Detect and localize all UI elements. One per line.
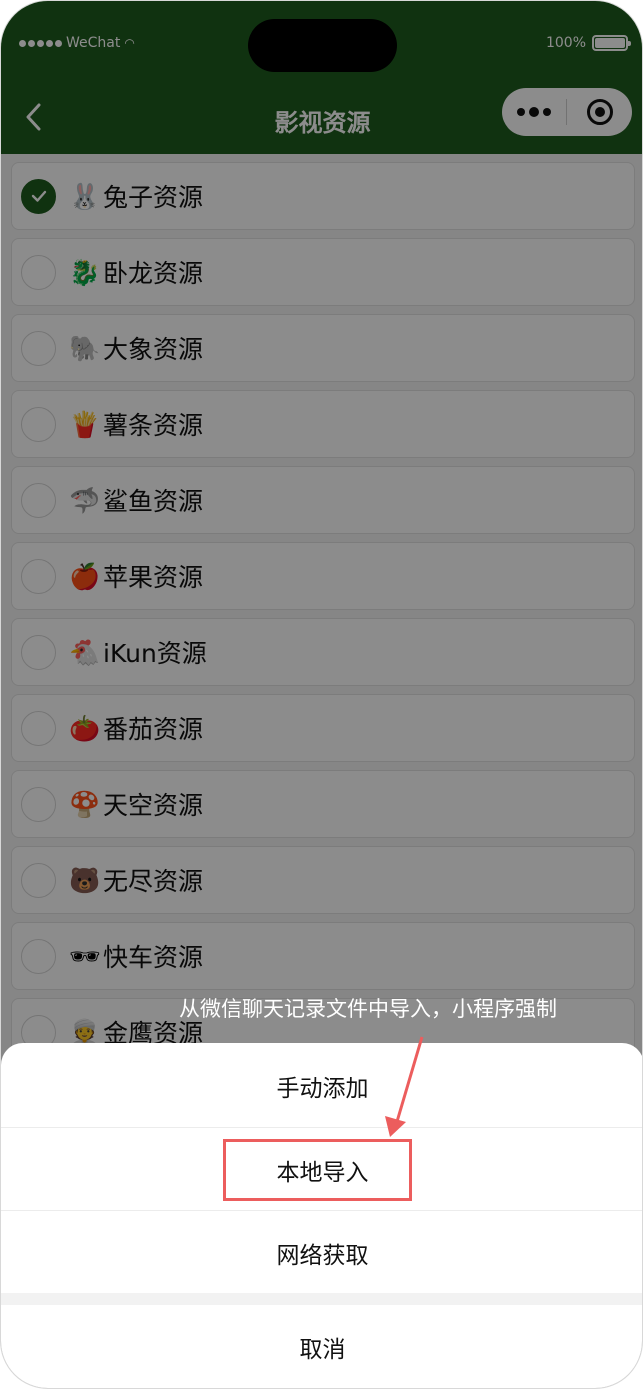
sheet-separator — [1, 1293, 642, 1305]
network-fetch-option[interactable]: 网络获取 — [1, 1211, 642, 1295]
annotation-text: 从微信聊天记录文件中导入，小程序强制 — [179, 997, 557, 1021]
action-sheet: 手动添加 本地导入 网络获取 取消 — [1, 1043, 642, 1388]
phone-screen: WeChat ◠ 100% 影视资源 🐰 兔子资源 🐉 卧龙资源 🐘 大象资源 🍟 薯条资源 🦈… — [0, 0, 643, 1389]
cancel-button[interactable]: 取消 — [1, 1305, 642, 1388]
manual-add-option[interactable]: 手动添加 — [1, 1044, 642, 1128]
annotation-highlight-box — [223, 1139, 412, 1201]
